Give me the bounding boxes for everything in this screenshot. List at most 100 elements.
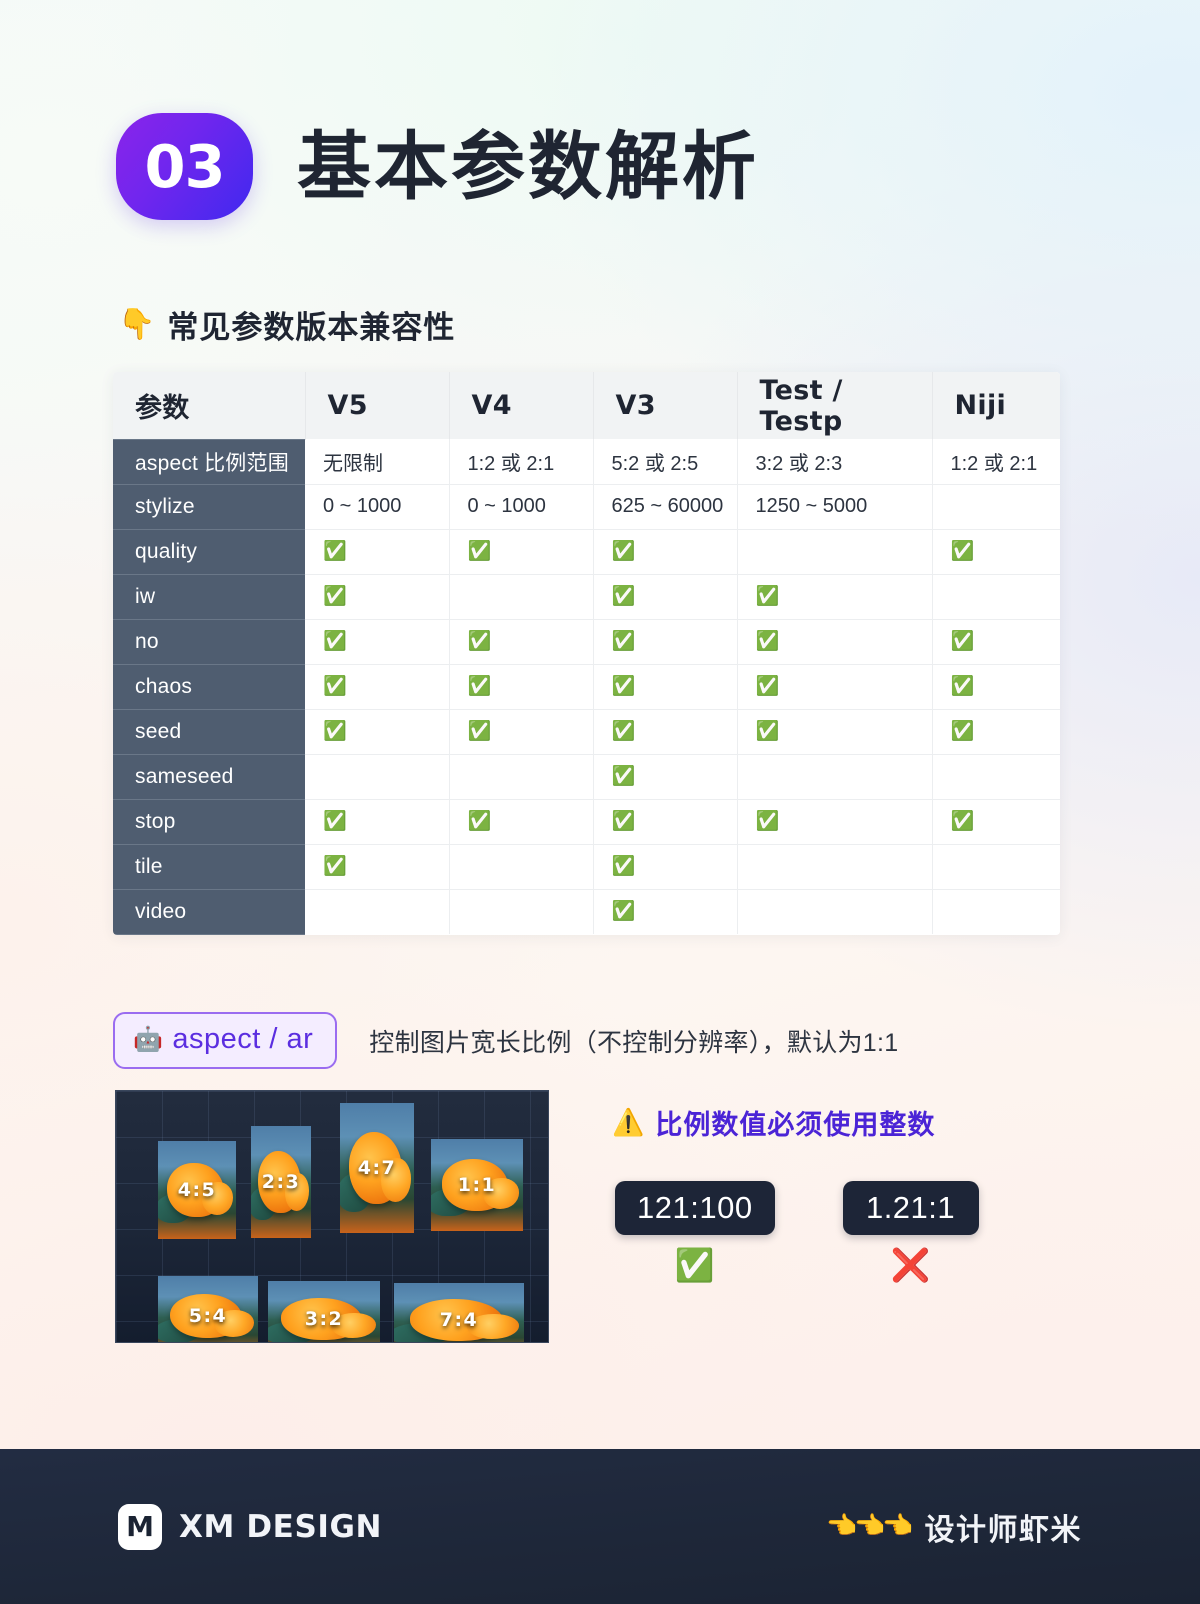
ratio-thumbnail: 1:1: [431, 1139, 523, 1231]
cell-r10-c0: [305, 889, 450, 934]
cell-r7-c3: [737, 754, 933, 800]
cell-r6-c1: ✅: [449, 709, 594, 755]
ratio-thumbnail: 7:4: [394, 1283, 524, 1342]
ratio-example-chip: 121:100: [615, 1181, 775, 1235]
cell-r3-c3: ✅: [737, 574, 933, 620]
column-header-test: Test / Testp: [737, 372, 933, 439]
check-icon: ✅: [467, 811, 492, 832]
ratio-thumbnail: 3:2: [268, 1281, 380, 1342]
cell-r4-c2: ✅: [593, 619, 738, 665]
ratio-example-2: 1.21:1 ❌: [842, 1181, 979, 1281]
cell-r5-c0: ✅: [305, 664, 450, 710]
cell-r9-c2: ✅: [593, 844, 738, 890]
row-header-5: chaos: [113, 664, 305, 710]
compatibility-table: 参数 V5 V4 V3 Test / Testp Niji aspect 比例范…: [113, 372, 1060, 935]
cell-r0-c4: 1:2 或 2:1: [932, 439, 1060, 485]
check-icon: ✅: [950, 541, 975, 562]
page-footer: M XM DESIGN 👈👈👈 设计师虾米: [0, 1449, 1200, 1604]
integer-warning: ⚠️ 比例数值必须使用整数: [612, 1103, 935, 1142]
footer-logo-text: XM DESIGN: [179, 1508, 383, 1545]
column-header-v4: V4: [449, 372, 594, 439]
cell-r9-c3: [737, 844, 933, 890]
cell-r1-c1: 0 ~ 1000: [449, 484, 594, 530]
row-header-2: quality: [113, 529, 305, 575]
check-icon: ✅: [467, 631, 492, 652]
check-icon: ✅: [611, 721, 636, 742]
cell-r3-c2: ✅: [593, 574, 738, 620]
ratio-thumbnail: 2:3: [251, 1126, 311, 1238]
check-icon: ✅: [611, 811, 636, 832]
aspect-param-row: 🤖 aspect / ar 控制图片宽长比例（不控制分辨率），默认为1:1: [113, 1012, 898, 1069]
check-icon: ✅: [323, 811, 347, 832]
cell-r7-c1: [449, 754, 594, 800]
integer-warning-label: 比例数值必须使用整数: [655, 1110, 936, 1140]
xm-logo-icon: M: [118, 1503, 162, 1550]
ratio-label: 2:3: [261, 1171, 301, 1193]
cell-r8-c0: ✅: [305, 799, 450, 845]
cell-r10-c3: [737, 889, 933, 934]
ratio-label: 3:2: [304, 1307, 344, 1330]
cell-r9-c0: ✅: [305, 844, 450, 890]
column-header-niji: Niji: [932, 372, 1060, 439]
cell-r8-c2: ✅: [593, 799, 738, 845]
check-icon: ✅: [755, 676, 780, 697]
check-icon: ✅: [611, 586, 636, 607]
cell-r8-c3: ✅: [737, 799, 933, 845]
check-icon: ✅: [950, 631, 975, 652]
check-icon: ✅: [611, 901, 636, 923]
row-header-9: tile: [113, 844, 305, 890]
ratio-thumbnail: 5:4: [158, 1276, 258, 1342]
cell-r9-c1: [449, 844, 594, 890]
cell-r0-c2: 5:2 或 2:5: [593, 439, 738, 485]
ratio-thumbnail: 4:5: [158, 1141, 236, 1239]
robot-icon: 🤖: [133, 1026, 164, 1053]
cell-r10-c1: [449, 889, 594, 934]
table-header-row: 参数 V5 V4 V3 Test / Testp Niji: [113, 372, 1060, 439]
cell-r0-c0: 无限制: [305, 439, 450, 485]
section-heading-label: 常见参数版本兼容性: [167, 310, 456, 346]
pointing-down-icon: 👇: [118, 307, 156, 341]
ratio-label: 4:7: [357, 1157, 397, 1179]
ratio-example-chip: 1.21:1: [842, 1181, 979, 1235]
table-row: video ✅: [113, 889, 1060, 935]
ratio-label: 4:5: [177, 1179, 217, 1201]
table-row: chaos ✅ ✅ ✅ ✅ ✅: [113, 664, 1060, 710]
table-row: seed ✅ ✅ ✅ ✅ ✅: [113, 709, 1060, 755]
table-row: iw ✅ ✅ ✅: [113, 574, 1060, 620]
cell-r5-c1: ✅: [449, 664, 594, 710]
aspect-param-description: 控制图片宽长比例（不控制分辨率），默认为1:1: [369, 1028, 899, 1057]
aspect-param-badge[interactable]: 🤖 aspect / ar: [113, 1012, 338, 1069]
row-header-3: iw: [113, 574, 305, 620]
check-icon: ✅: [323, 721, 347, 742]
check-icon: ✅: [950, 811, 975, 832]
check-icon: ✅: [611, 676, 636, 697]
compatibility-table-container: 参数 V5 V4 V3 Test / Testp Niji aspect 比例范…: [113, 372, 1060, 935]
row-header-7: sameseed: [113, 754, 305, 800]
cell-r5-c2: ✅: [593, 664, 738, 710]
table-body: aspect 比例范围 无限制 1:2 或 2:1 5:2 或 2:5 3:2 或 2:…: [113, 438, 1060, 935]
cell-r5-c4: ✅: [932, 664, 1060, 710]
check-icon: ✅: [467, 541, 492, 562]
check-icon: ✅: [467, 721, 492, 742]
row-header-0: aspect 比例范围: [113, 438, 305, 485]
cell-r3-c1: [449, 574, 594, 620]
cell-r2-c2: ✅: [593, 529, 738, 575]
cell-r1-c3: 1250 ~ 5000: [737, 484, 933, 530]
column-header-v3: V3: [593, 372, 738, 439]
check-icon: ✅: [323, 676, 347, 697]
warning-icon: ⚠️: [612, 1107, 645, 1137]
cell-r1-c0: 0 ~ 1000: [305, 484, 450, 530]
cell-r7-c2: ✅: [593, 754, 738, 800]
footer-author-name: 设计师虾米: [924, 1512, 1082, 1548]
cell-r7-c4: [932, 754, 1060, 800]
check-icon: ✅: [323, 856, 347, 877]
table-row: tile ✅ ✅: [113, 844, 1060, 890]
check-icon: ✅: [950, 676, 975, 697]
check-icon: ✅: [611, 541, 636, 562]
table-row: aspect 比例范围 无限制 1:2 或 2:1 5:2 或 2:5 3:2 或 2:…: [113, 438, 1060, 485]
ratio-thumbnail: 4:7: [340, 1103, 414, 1233]
cell-r6-c3: ✅: [737, 709, 933, 755]
cell-r5-c3: ✅: [737, 664, 933, 710]
aspect-ratio-sample-panel: 4:5 2:3 4:7 1:1 5:4 3:2 7:4: [115, 1090, 549, 1343]
cell-r6-c4: ✅: [932, 709, 1060, 755]
